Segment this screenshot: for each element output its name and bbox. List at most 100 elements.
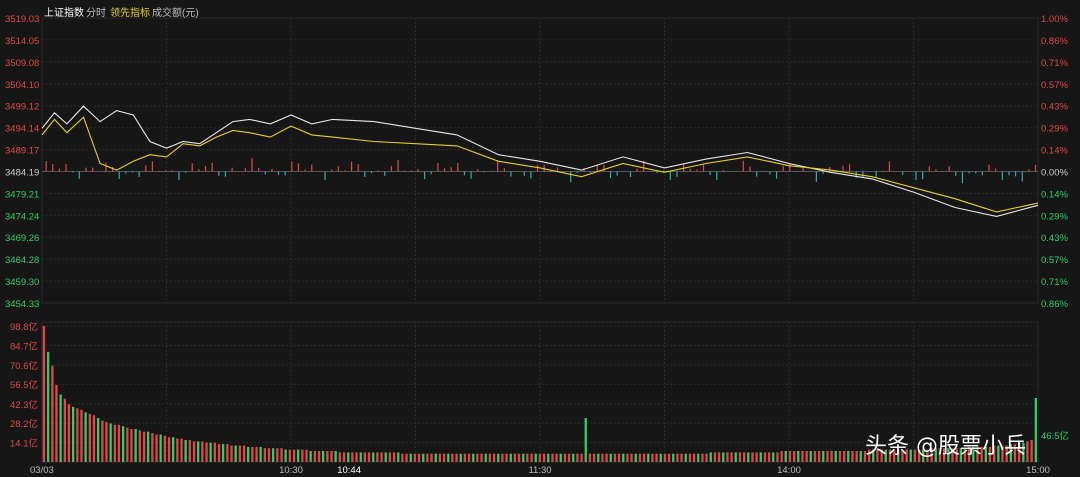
volume-bar <box>388 452 391 462</box>
y-tick-right: 0.57% <box>1041 255 1068 266</box>
volume-bar <box>51 365 54 462</box>
volume-bar <box>455 453 458 462</box>
volume-label: 成交额(元) <box>152 8 199 19</box>
volume-bar <box>88 413 91 462</box>
volume-bar <box>292 449 296 462</box>
volume-bar <box>213 442 216 462</box>
volume-bar <box>534 453 537 462</box>
volume-bar <box>384 452 387 462</box>
mode-label[interactable]: 分时 <box>86 4 106 19</box>
volume-bar <box>634 453 637 462</box>
volume-bar <box>155 434 158 462</box>
indicator-label[interactable]: 领先指标 <box>110 4 150 19</box>
volume-tick: 98.8亿 <box>10 321 38 333</box>
volume-bar <box>680 453 683 462</box>
y-tick-left: 3504.10 <box>5 80 39 91</box>
volume-bar <box>192 441 196 462</box>
volume-bar <box>1034 398 1037 462</box>
volume-bar <box>651 453 654 462</box>
volume-bar <box>588 453 592 462</box>
volume-bar <box>717 452 721 462</box>
x-tick: 15:00 <box>1026 465 1050 476</box>
y-tick-right: 0.57% <box>1041 80 1068 91</box>
volume-bar <box>459 453 462 462</box>
volume-bar <box>342 452 346 462</box>
volume-bar <box>59 394 62 462</box>
volume-bar <box>843 451 846 462</box>
volume-bar <box>72 406 75 462</box>
volume-bar <box>513 453 516 462</box>
volume-bar <box>372 452 375 462</box>
volume-bar <box>701 453 704 462</box>
volume-tick: 84.7亿 <box>10 340 38 352</box>
volume-bar <box>768 452 771 462</box>
volume-bar <box>297 449 300 462</box>
volume-bar <box>463 453 466 462</box>
volume-bar <box>738 452 742 462</box>
volume-bar <box>734 452 737 462</box>
volume-bar <box>676 453 679 462</box>
y-tick-left: 3499.12 <box>5 102 39 113</box>
volume-bar <box>217 444 221 462</box>
volume-bar <box>434 453 437 462</box>
volume-bar <box>601 453 604 462</box>
index-name[interactable]: 上证指数 <box>44 4 84 19</box>
volume-bar <box>617 453 621 462</box>
y-tick-left: 3519.03 <box>5 14 39 25</box>
volume-bar <box>255 446 258 462</box>
y-tick-left: 3514.05 <box>5 36 39 47</box>
y-tick-right: 0.43% <box>1041 102 1068 113</box>
volume-bar <box>92 415 96 462</box>
volume-bar <box>1030 440 1033 462</box>
volume-bar <box>63 398 66 462</box>
volume-bar <box>117 424 121 462</box>
volume-bar <box>1026 441 1029 462</box>
volume-bar <box>392 452 396 462</box>
volume-bar <box>580 453 583 462</box>
x-tick: 03/03 <box>30 465 54 476</box>
watermark: 头条 @股票小兵 <box>865 434 1026 459</box>
volume-bar <box>142 431 146 462</box>
volume-bar <box>313 451 316 462</box>
volume-bar <box>822 451 825 462</box>
volume-bar <box>422 453 425 462</box>
volume-bar <box>576 453 579 462</box>
volume-bar <box>847 451 850 462</box>
y-tick-right: 0.43% <box>1041 233 1068 244</box>
volume-bar <box>642 453 646 462</box>
volume-bar <box>659 453 662 462</box>
volume-bar <box>547 453 550 462</box>
x-tick: 10:30 <box>279 465 303 476</box>
volume-bar <box>397 452 400 462</box>
volume-bar <box>626 453 629 462</box>
volume-bar <box>205 442 208 462</box>
y-tick-left: 3464.28 <box>5 255 39 266</box>
volume-bar <box>438 453 441 462</box>
volume-bar <box>451 453 454 462</box>
volume-bar <box>480 453 483 462</box>
volume-bar <box>409 453 412 462</box>
volume-bar <box>622 453 625 462</box>
volume-bar <box>309 451 312 462</box>
y-tick-left: 3469.26 <box>5 233 39 244</box>
volume-bar <box>172 437 175 462</box>
volume-bar <box>667 453 671 462</box>
y-tick-left: 3494.14 <box>5 124 39 135</box>
y-tick-left: 3474.24 <box>5 211 39 222</box>
volume-bar <box>280 448 283 462</box>
volume-bar <box>705 453 708 462</box>
volume-bar <box>592 453 596 462</box>
y-tick-right: 0.14% <box>1041 189 1068 200</box>
volume-bar <box>855 451 858 462</box>
volume-bar <box>338 452 341 462</box>
y-tick-right: 0.29% <box>1041 211 1068 222</box>
volume-bar <box>442 453 446 462</box>
volume-bar <box>180 438 183 462</box>
volume-bar <box>501 453 504 462</box>
volume-bar <box>663 453 667 462</box>
y-tick-left: 3484.19 <box>5 167 39 178</box>
volume-bar <box>226 444 229 462</box>
volume-bar <box>751 452 754 462</box>
volume-bar <box>572 453 575 462</box>
x-tick: 11:30 <box>528 465 551 476</box>
